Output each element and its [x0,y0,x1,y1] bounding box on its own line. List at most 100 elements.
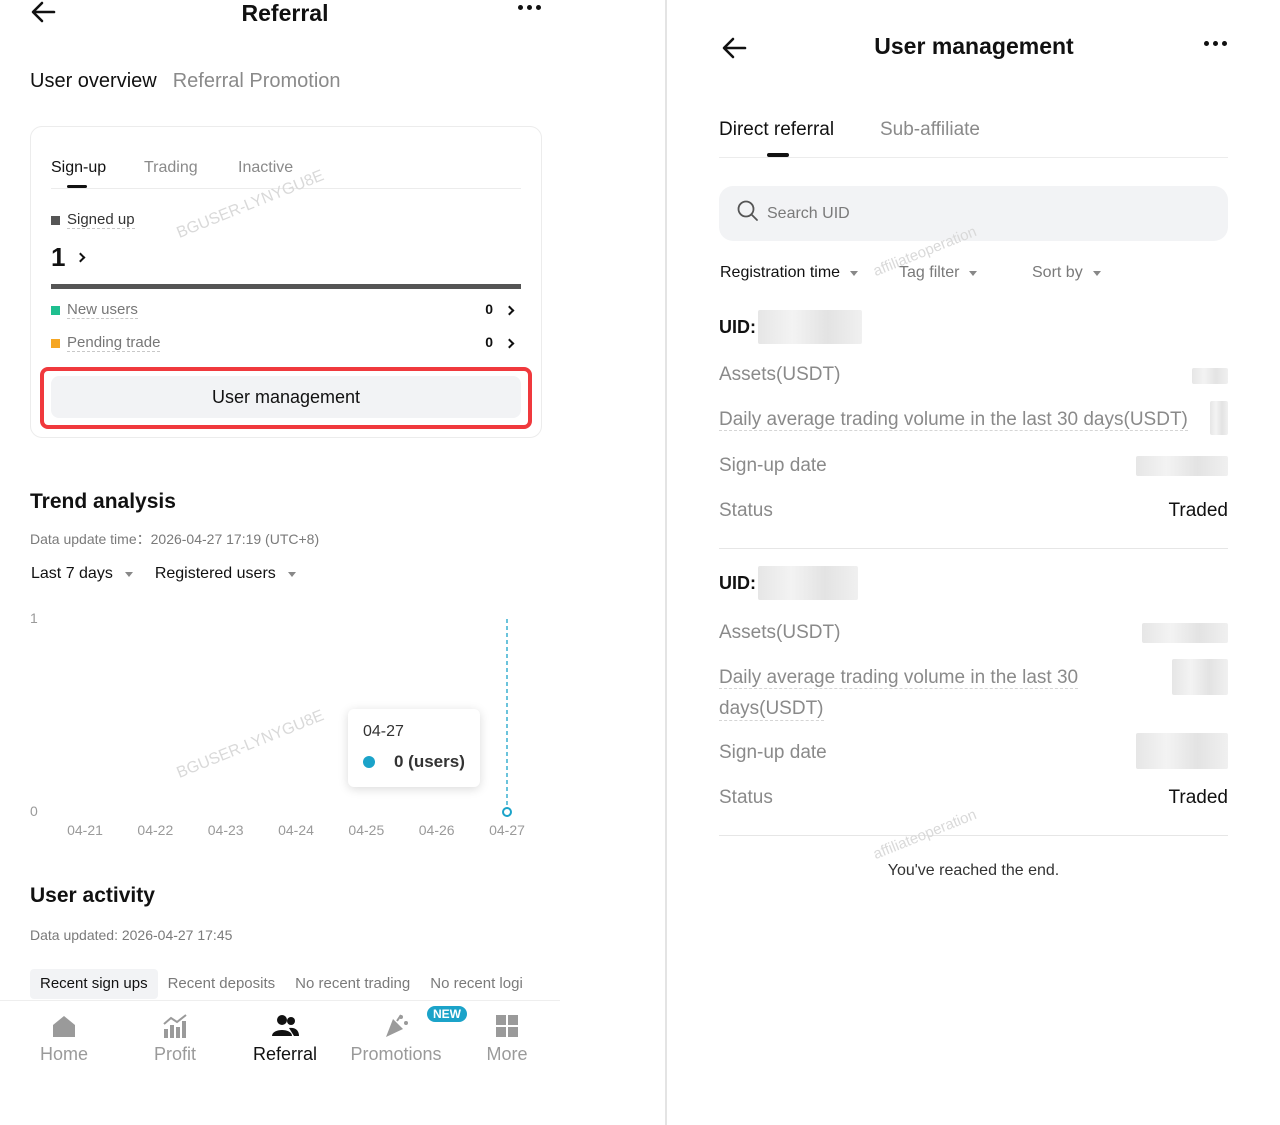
status-row: Status Traded [719,500,1228,522]
metric-dropdown-label: Registered users [154,565,276,582]
signup-progress-bar [51,284,521,289]
status-label: Status [719,787,773,808]
search-bar [719,186,1228,241]
new-users-label: New users [67,301,138,319]
more-options-icon[interactable] [1202,41,1228,55]
tab-sub-affiliate[interactable]: Sub-affiliate [880,119,980,141]
tab-referral-promotion[interactable]: Referral Promotion [173,70,341,93]
legend-square-icon [51,215,60,225]
y-tick-label: 1 [30,610,38,626]
redacted-value [1192,368,1228,384]
tooltip-date: 04-27 [363,723,404,740]
new-badge: NEW [427,1006,467,1022]
registration-time-dropdown[interactable]: Registration time [720,264,859,282]
assets-label: Assets(USDT) [719,364,841,385]
signed-up-label: Signed up [67,211,135,229]
nav-profit[interactable]: Profit [120,1011,230,1065]
x-tick-label: 04-24 [278,822,314,838]
signup-date-row: Sign-up date [719,455,1228,477]
y-tick-label: 0 [30,803,38,819]
tab-no-recent-trading[interactable]: No recent trading [285,969,420,999]
nav-profit-label: Profit [153,1044,196,1064]
nav-referral-label: Referral [252,1044,318,1064]
data-point [502,807,512,817]
pending-trade-row[interactable]: Pending trade 0 [51,334,521,356]
tab-sign-up[interactable]: Sign-up [51,159,106,177]
nav-promotions-label: Promotions [350,1044,442,1064]
search-uid-input[interactable] [767,204,1187,223]
uid-label: UID: [719,572,756,593]
tab-recent-deposits[interactable]: Recent deposits [158,969,286,999]
tab-trading[interactable]: Trading [144,159,198,177]
activity-tabs: Recent sign ups Recent deposits No recen… [30,969,542,1001]
legend-square-icon [51,338,60,348]
status-value: Traded [1168,500,1229,521]
x-tick-label: 04-21 [67,822,103,838]
chevron-right-icon [76,252,86,263]
user-management-screen: User management Direct referral Sub-affi… [667,0,1280,1125]
trend-filters: Last 7 days Registered users [31,565,296,583]
uid-row: UID: [719,566,1228,600]
back-arrow-icon[interactable] [721,36,747,60]
list-item[interactable]: UID: Assets(USDT) Daily average trading … [719,566,1228,838]
pending-trade-label: Pending trade [67,334,161,352]
progress-fill [51,284,521,289]
nav-referral[interactable]: Referral [230,1011,340,1065]
tab-no-recent-login[interactable]: No recent logi [420,969,533,999]
redacted-uid [758,566,858,600]
assets-row: Assets(USDT) [719,364,1228,386]
divider [719,548,1228,549]
volume-label-line2: days(USDT) [719,698,824,721]
status-value: Traded [1168,787,1229,808]
legend-square-icon [51,305,60,315]
chevron-right-icon [504,338,515,349]
redacted-value [1136,733,1228,769]
end-of-list-note: You've reached the end. [887,862,1060,879]
redacted-value [1142,623,1228,643]
active-tab-indicator [767,153,789,157]
divider [719,835,1228,836]
uid-row: UID: [719,310,1228,344]
volume-label: Daily average trading volume in the last… [719,409,1188,431]
metric-dropdown[interactable]: Registered users [155,565,296,583]
list-item[interactable]: UID: Assets(USDT) Daily average trading … [719,310,1228,550]
nav-more[interactable]: More [452,1011,562,1065]
tab-inactive[interactable]: Inactive [238,159,293,177]
caret-down-icon [287,571,296,577]
redacted-value [1172,659,1228,695]
caret-down-icon [850,270,859,276]
referral-type-tabs: Direct referral Sub-affiliate [719,116,1228,158]
chevron-right-icon [504,305,515,316]
caret-down-icon [124,571,133,577]
period-dropdown[interactable]: Last 7 days [31,565,133,583]
nav-home-label: Home [39,1044,88,1064]
chart-tooltip: 04-27 0 (users) [348,709,480,787]
active-tab-indicator [67,185,87,188]
tab-user-overview[interactable]: User overview [30,70,157,93]
signup-date-label: Sign-up date [719,742,827,763]
signed-up-count: 1 [51,242,66,272]
highlight-box [40,367,532,429]
tag-filter-dropdown[interactable]: Tag filter [899,264,978,282]
signed-up-count-link[interactable]: 1 [51,242,86,273]
x-tick-label: 04-22 [137,822,173,838]
status-row: Status Traded [719,787,1228,809]
nav-home[interactable]: Home [9,1011,119,1065]
signup-date-label: Sign-up date [719,455,827,476]
tooltip-value: 0 (users) [394,752,465,771]
x-tick-label: 04-26 [419,822,455,838]
referral-screen: Referral User overview Referral Promotio… [0,0,665,1125]
more-options-icon[interactable] [516,5,542,19]
redacted-uid [758,310,862,344]
page-title: User management [874,33,1074,59]
home-icon [9,1011,119,1041]
trend-analysis-title: Trend analysis [30,490,176,513]
tab-direct-referral[interactable]: Direct referral [719,119,834,141]
new-users-row[interactable]: New users 0 [51,301,521,323]
tab-recent-sign-ups[interactable]: Recent sign ups [30,969,158,999]
activity-updated: Data updated: 2026-04-27 17:45 [30,927,233,943]
volume-row: Daily average trading volume in the last… [719,401,1228,435]
volume-row: Daily average trading volume in the last… [719,659,1228,721]
sort-by-dropdown[interactable]: Sort by [1032,264,1101,282]
pending-trade-count: 0 [485,334,493,350]
